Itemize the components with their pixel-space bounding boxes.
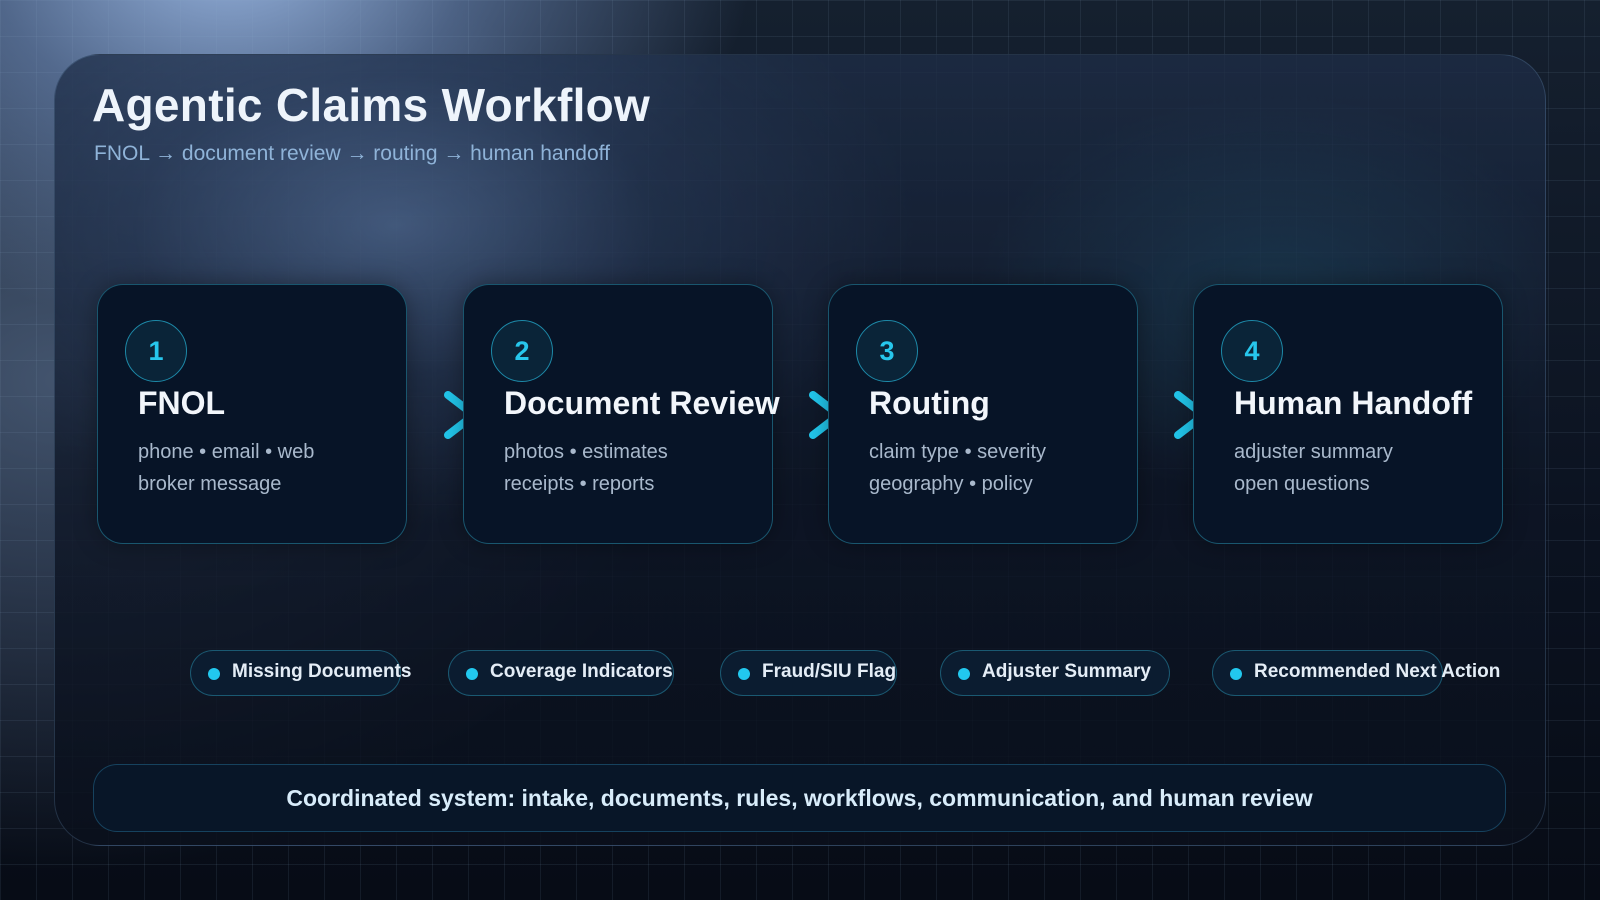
step-detail-line: claim type • severity	[869, 441, 1047, 463]
output-chip-label: Adjuster Summary	[982, 661, 1151, 682]
step-detail-line: adjuster summary	[1234, 441, 1393, 463]
dot-icon	[1230, 668, 1242, 680]
dot-icon	[958, 668, 970, 680]
step-title: Human Handoff	[1234, 385, 1473, 421]
output-chip-label: Recommended Next Action	[1254, 661, 1501, 682]
step-number-badge: 2	[491, 320, 553, 382]
footer-text: Coordinated system: intake, documents, r…	[286, 784, 1313, 811]
output-chip-label: Coverage Indicators	[490, 661, 673, 682]
step-number-badge: 4	[1221, 320, 1283, 382]
step-detail-line: photos • estimates	[504, 441, 668, 463]
step-card-routing: 3 Routing claim type • severity geograph…	[828, 284, 1138, 544]
step-title: Document Review	[504, 385, 780, 421]
step-number-badge: 3	[856, 320, 918, 382]
dot-icon	[208, 668, 220, 680]
step-detail-line: broker message	[138, 473, 282, 495]
step-detail-line: geography • policy	[869, 473, 1033, 495]
step-title: FNOL	[138, 385, 226, 421]
step-card-document-review: 2 Document Review photos • estimates rec…	[463, 284, 780, 544]
page-title: Agentic Claims Workflow	[92, 79, 651, 131]
step-detail-line: phone • email • web	[138, 441, 315, 463]
dot-icon	[738, 668, 750, 680]
page-subtitle: FNOL → document review → routing → human…	[94, 142, 610, 165]
step-card-human-handoff: 4 Human Handoff adjuster summary open qu…	[1193, 284, 1503, 544]
output-chip-label: Fraud/SIU Flag	[762, 661, 897, 682]
output-chip-label: Missing Documents	[232, 661, 412, 682]
step-title: Routing	[869, 385, 990, 421]
step-number-badge: 1	[125, 320, 187, 382]
step-card-fnol: 1 FNOL phone • email • web broker messag…	[97, 284, 407, 544]
step-detail-line: receipts • reports	[504, 473, 655, 495]
footer-banner: Coordinated system: intake, documents, r…	[93, 764, 1506, 832]
dot-icon	[466, 668, 478, 680]
step-detail-line: open questions	[1234, 473, 1370, 495]
